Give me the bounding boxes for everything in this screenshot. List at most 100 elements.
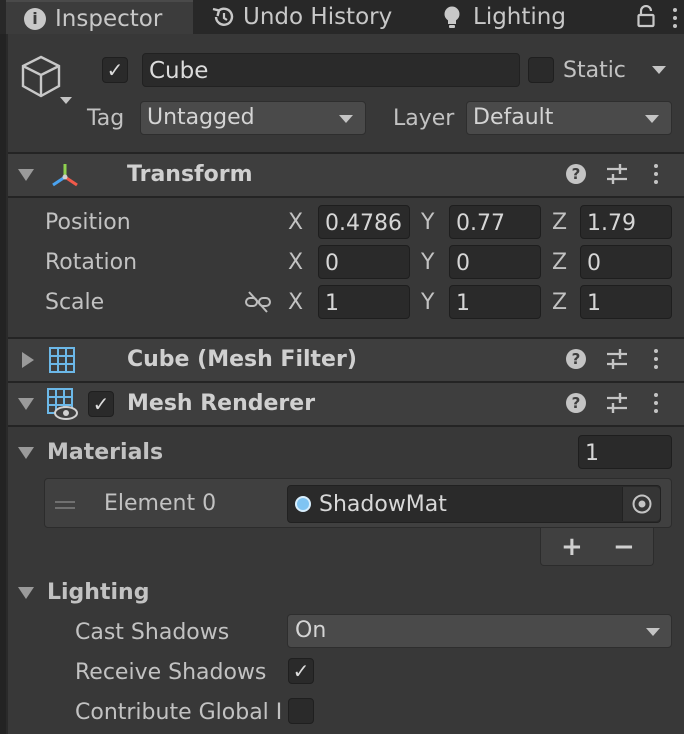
rotation-label: Rotation xyxy=(45,250,138,275)
materials-count-value: 1 xyxy=(585,441,599,466)
contribute-gi-checkbox[interactable] xyxy=(288,698,314,724)
static-checkbox[interactable] xyxy=(528,57,554,83)
static-dropdown-arrow[interactable] xyxy=(652,66,666,74)
axis-y-label: Y xyxy=(421,250,435,275)
add-button[interactable]: + xyxy=(561,534,583,560)
materials-count-field[interactable]: 1 xyxy=(578,435,672,469)
separator xyxy=(8,196,684,198)
receive-shadows-checkbox[interactable]: ✓ xyxy=(288,658,314,684)
scale-z-value: 1 xyxy=(587,291,601,316)
tab-bar: i Inspector Undo History Lighting xyxy=(0,0,684,34)
scale-y-value: 1 xyxy=(456,291,470,316)
presets-icon[interactable] xyxy=(605,348,629,370)
axis-x-label: X xyxy=(288,290,304,315)
position-x-value: 0.4786 xyxy=(325,211,402,236)
tab-menu-icon[interactable] xyxy=(673,8,677,32)
layer-value: Default xyxy=(473,105,554,130)
mesh-renderer-header[interactable]: ✓ Mesh Renderer ? xyxy=(8,383,684,425)
position-z-field[interactable]: 1.79 xyxy=(580,205,672,239)
material-value: ShadowMat xyxy=(319,492,447,517)
target-icon xyxy=(632,494,652,514)
object-picker-button[interactable] xyxy=(622,487,660,521)
component-menu-icon[interactable] xyxy=(654,164,658,188)
info-icon: i xyxy=(24,8,46,30)
help-icon[interactable]: ? xyxy=(566,349,586,369)
chevron-down-icon xyxy=(646,628,660,636)
axis-y-label: Y xyxy=(421,210,435,235)
rotation-x-value: 0 xyxy=(325,251,339,276)
mesh-renderer-enabled-checkbox[interactable]: ✓ xyxy=(88,391,114,417)
tag-dropdown[interactable]: Untagged xyxy=(140,101,366,135)
lighting-foldout-icon[interactable] xyxy=(18,587,34,599)
mesh-renderer-icon xyxy=(47,388,78,420)
receive-shadows-label: Receive Shadows xyxy=(75,660,267,685)
tag-value: Untagged xyxy=(147,105,255,130)
help-icon[interactable]: ? xyxy=(566,164,586,184)
axis-x-label: X xyxy=(288,250,304,275)
position-label: Position xyxy=(45,210,131,235)
scale-label: Scale xyxy=(45,290,105,315)
drag-handle-icon[interactable] xyxy=(55,501,75,503)
component-menu-icon[interactable] xyxy=(654,349,658,373)
transform-header[interactable]: Transform ? xyxy=(8,154,684,196)
position-y-field[interactable]: 0.77 xyxy=(449,205,541,239)
rotation-z-field[interactable]: 0 xyxy=(580,245,672,279)
material-icon xyxy=(295,496,311,512)
position-x-field[interactable]: 0.4786 xyxy=(318,205,410,239)
mesh-renderer-title: Mesh Renderer xyxy=(127,391,316,416)
tab-undo-history-label: Undo History xyxy=(243,4,393,30)
chevron-down-icon xyxy=(339,115,353,123)
layer-dropdown[interactable]: Default xyxy=(466,101,672,135)
lock-icon[interactable] xyxy=(636,5,656,29)
rotation-z-value: 0 xyxy=(587,251,601,276)
position-y-value: 0.77 xyxy=(456,211,505,236)
tab-lighting[interactable]: Lighting xyxy=(434,0,594,34)
static-label: Static xyxy=(563,58,626,83)
scale-x-field[interactable]: 1 xyxy=(318,285,410,319)
list-add-remove-bar: + − xyxy=(540,528,654,566)
rotation-y-field[interactable]: 0 xyxy=(449,245,541,279)
separator xyxy=(8,425,684,427)
scale-z-field[interactable]: 1 xyxy=(580,285,672,319)
lighting-label: Lighting xyxy=(47,580,150,605)
component-menu-icon[interactable] xyxy=(654,393,658,417)
tab-undo-history[interactable]: Undo History xyxy=(200,0,410,34)
object-name-field[interactable]: Cube xyxy=(142,53,520,87)
presets-icon[interactable] xyxy=(605,392,629,414)
contribute-gi-label: Contribute Global I xyxy=(75,700,283,725)
history-icon xyxy=(212,7,234,26)
tab-inspector-label: Inspector xyxy=(55,6,163,32)
chevron-down-icon xyxy=(645,115,659,123)
mesh-filter-header[interactable]: Cube (Mesh Filter) ? xyxy=(8,339,684,381)
drag-handle-line xyxy=(55,507,75,509)
object-name-value: Cube xyxy=(149,58,209,84)
help-icon[interactable]: ? xyxy=(566,393,586,413)
material-object-field[interactable]: ShadowMat xyxy=(287,485,661,523)
axis-z-label: Z xyxy=(552,250,568,275)
cast-shadows-dropdown[interactable]: On xyxy=(287,614,672,648)
cast-shadows-label: Cast Shadows xyxy=(75,620,230,645)
layer-label: Layer xyxy=(393,106,455,131)
icon-dropdown-arrow[interactable] xyxy=(60,97,72,104)
presets-icon[interactable] xyxy=(605,163,629,185)
materials-list: Element 0 ShadowMat xyxy=(44,478,672,528)
remove-button[interactable]: − xyxy=(613,534,635,560)
foldout-arrow-icon[interactable] xyxy=(18,398,34,410)
mesh-filter-title: Cube (Mesh Filter) xyxy=(127,347,357,372)
cast-shadows-value: On xyxy=(295,618,327,643)
tab-inspector[interactable]: i Inspector xyxy=(6,0,193,34)
position-z-value: 1.79 xyxy=(587,211,636,236)
lightbulb-icon xyxy=(444,6,460,28)
foldout-arrow-icon[interactable] xyxy=(18,169,34,181)
foldout-arrow-icon[interactable] xyxy=(22,352,34,368)
unlink-icon[interactable] xyxy=(244,290,272,314)
rotation-x-field[interactable]: 0 xyxy=(318,245,410,279)
tab-lighting-label: Lighting xyxy=(473,4,566,30)
materials-foldout-icon[interactable] xyxy=(18,447,34,459)
axis-y-label: Y xyxy=(421,290,435,315)
materials-label: Materials xyxy=(47,440,164,465)
gameobject-cube-icon xyxy=(21,55,61,98)
element-0-label: Element 0 xyxy=(104,491,217,516)
active-checkbox[interactable]: ✓ xyxy=(102,57,128,83)
scale-y-field[interactable]: 1 xyxy=(449,285,541,319)
